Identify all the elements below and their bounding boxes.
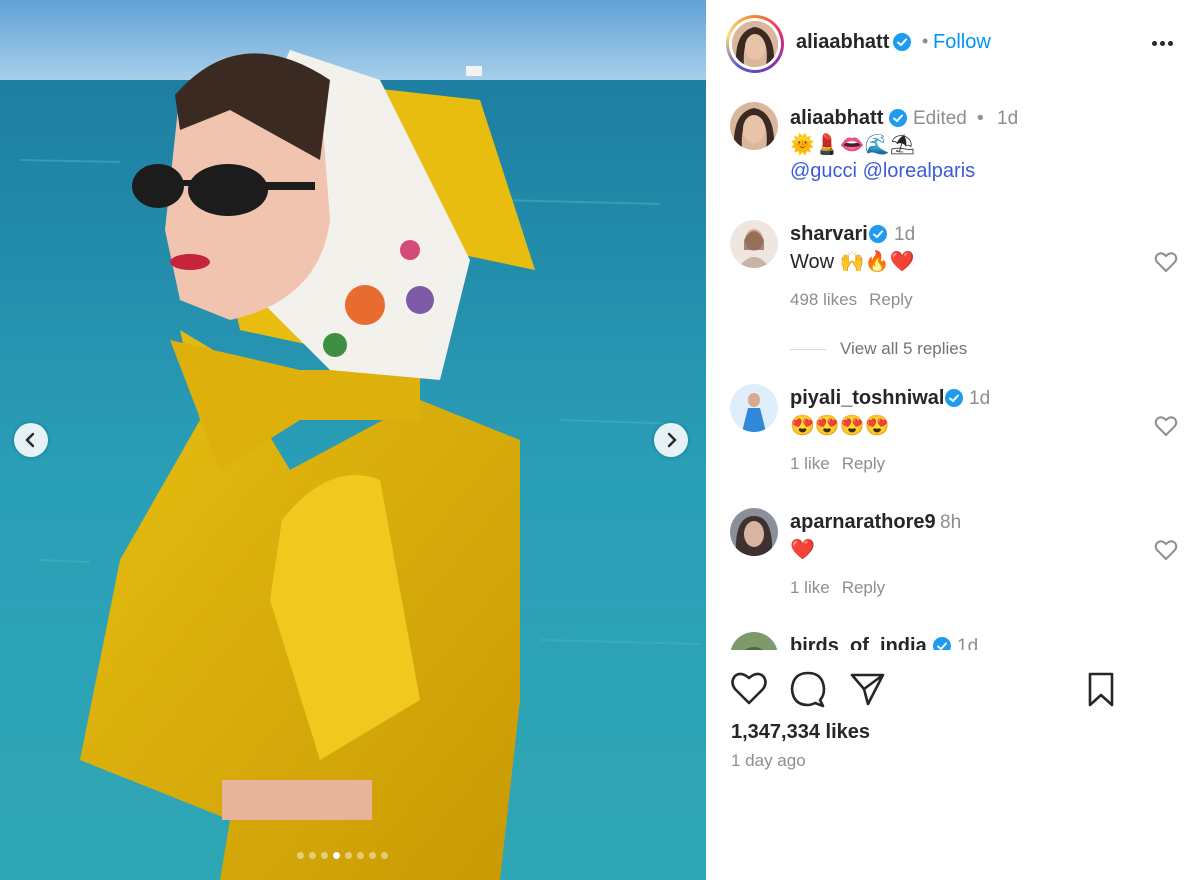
carousel-prev-button[interactable] bbox=[14, 423, 48, 457]
comment-timestamp: 8h bbox=[940, 512, 962, 533]
comment-timestamp: 1d bbox=[957, 636, 979, 650]
mention-link-lorealparis[interactable]: @lorealparis bbox=[863, 160, 976, 182]
heart-icon[interactable] bbox=[1154, 415, 1178, 437]
caption-username[interactable]: aliaabhatt bbox=[790, 107, 883, 130]
post-timestamp: 1 day ago bbox=[731, 751, 806, 770]
author-avatar bbox=[732, 21, 778, 67]
carousel-dot bbox=[321, 852, 328, 859]
carousel-indicator bbox=[297, 852, 388, 859]
verified-badge-icon bbox=[893, 33, 911, 51]
comment-timestamp: 1d bbox=[969, 388, 991, 409]
mention-link-gucci[interactable]: @gucci bbox=[790, 160, 857, 182]
post-media[interactable] bbox=[0, 0, 706, 880]
carousel-dot bbox=[357, 852, 364, 859]
post-side-panel: aliaabhatt • Follow aliaabhatt Edited • … bbox=[706, 0, 1200, 880]
caption-edited-label: Edited bbox=[913, 108, 967, 129]
post-likes-count[interactable]: 1,347,334 likes bbox=[731, 721, 870, 744]
verified-badge-icon bbox=[889, 109, 907, 132]
author-avatar-story-ring[interactable] bbox=[726, 15, 784, 73]
comment-username[interactable]: sharvari bbox=[790, 223, 868, 246]
verified-badge-icon bbox=[933, 637, 951, 650]
comment-text: 😍😍😍😍 bbox=[790, 415, 890, 437]
more-dot bbox=[1159, 40, 1165, 46]
comment-timestamp: 1d bbox=[894, 224, 916, 245]
bookmark-icon[interactable] bbox=[1082, 670, 1120, 708]
more-dot bbox=[1167, 40, 1173, 46]
carousel-dot bbox=[309, 852, 316, 859]
comment-likes-count[interactable]: 498 likes bbox=[790, 290, 857, 309]
commenter-avatar[interactable] bbox=[730, 508, 778, 556]
heart-icon[interactable] bbox=[1154, 251, 1178, 273]
verified-badge-icon bbox=[945, 389, 963, 412]
replies-divider bbox=[790, 349, 826, 351]
post-actions: 1,347,334 likes 1 day ago bbox=[706, 650, 1200, 780]
comment-likes-count[interactable]: 1 like bbox=[790, 454, 830, 473]
post-header: aliaabhatt • Follow bbox=[706, 0, 1200, 86]
reply-button[interactable]: Reply bbox=[842, 454, 885, 473]
caption-avatar[interactable] bbox=[730, 102, 778, 150]
comment-username[interactable]: aparnarathore9 bbox=[790, 511, 936, 534]
comment-username[interactable]: birds_of_india bbox=[790, 635, 927, 650]
comments-list[interactable]: aliaabhatt Edited • 1d 🌞💄👄🌊⛱ @gucci @lor… bbox=[706, 86, 1200, 650]
carousel-dot bbox=[381, 852, 388, 859]
header-separator: • bbox=[922, 31, 929, 51]
carousel-dot bbox=[345, 852, 352, 859]
commenter-avatar[interactable] bbox=[730, 220, 778, 268]
carousel-dot bbox=[369, 852, 376, 859]
caption-separator: • bbox=[977, 108, 984, 129]
chevron-right-icon bbox=[667, 432, 677, 448]
reply-button[interactable]: Reply bbox=[869, 290, 912, 309]
comment-username[interactable]: piyali_toshniwal bbox=[790, 387, 944, 410]
follow-button[interactable]: Follow bbox=[933, 31, 991, 54]
comment-text: ❤️ bbox=[790, 539, 815, 561]
comment-icon[interactable] bbox=[789, 670, 827, 708]
view-replies-label: View all 5 replies bbox=[840, 339, 968, 358]
carousel-dot bbox=[297, 852, 304, 859]
carousel-dot bbox=[333, 852, 340, 859]
post-author-username[interactable]: aliaabhatt bbox=[796, 31, 889, 54]
caption-emojis: 🌞💄👄🌊⛱ bbox=[790, 134, 915, 156]
commenter-avatar[interactable] bbox=[730, 384, 778, 432]
more-options-button[interactable] bbox=[1147, 30, 1177, 56]
heart-icon[interactable] bbox=[1154, 539, 1178, 561]
share-icon[interactable] bbox=[848, 670, 886, 708]
comment-likes-count[interactable]: 1 like bbox=[790, 578, 830, 597]
caption-timestamp: 1d bbox=[997, 108, 1019, 129]
view-replies-button[interactable]: View all 5 replies bbox=[790, 339, 967, 359]
commenter-avatar[interactable] bbox=[730, 632, 778, 650]
more-options-icon bbox=[1151, 40, 1157, 46]
comment-text: Wow 🙌🔥❤️ bbox=[790, 251, 915, 273]
carousel-next-button[interactable] bbox=[654, 423, 688, 457]
post-photo bbox=[0, 0, 706, 880]
heart-icon[interactable] bbox=[730, 670, 768, 708]
reply-button[interactable]: Reply bbox=[842, 578, 885, 597]
verified-badge-icon bbox=[869, 225, 887, 248]
chevron-left-icon bbox=[25, 432, 35, 448]
